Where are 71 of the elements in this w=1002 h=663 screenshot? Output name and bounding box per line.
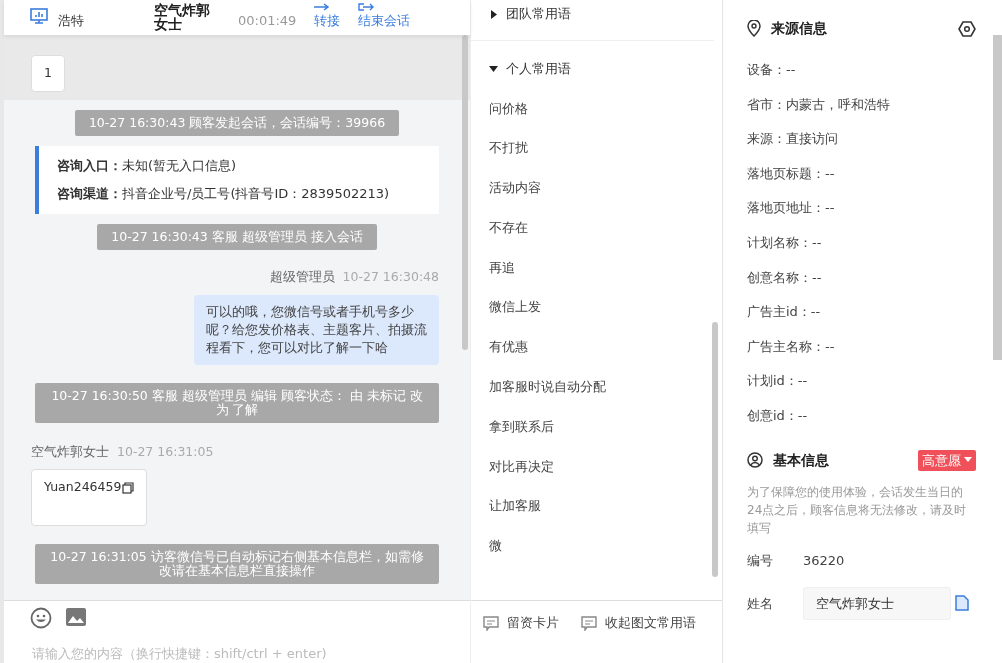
message-icon xyxy=(581,615,597,631)
phrase-item[interactable]: 不打扰 xyxy=(471,128,722,169)
phrase-item[interactable]: 微信上发 xyxy=(471,287,722,328)
message-time: 10-27 16:31:05 xyxy=(117,443,214,459)
phrase-item[interactable]: 再追 xyxy=(471,247,722,288)
system-notice: 10-27 16:30:43 客服 超级管理员 接入会话 xyxy=(97,223,377,250)
section-title: 基本信息 xyxy=(773,450,829,470)
info-field: 创意id：-- xyxy=(747,398,976,434)
section-title: 来源信息 xyxy=(771,19,827,38)
phrase-group-toggle[interactable]: 个人常用语 xyxy=(471,55,722,83)
info-field: 设备：-- xyxy=(747,53,976,88)
user-circle-icon xyxy=(747,452,763,469)
caret-right-icon xyxy=(489,9,498,19)
info-field: 计划名称：-- xyxy=(747,225,976,261)
scrollbar[interactable] xyxy=(712,322,718,577)
message-time: 10-27 16:30:48 xyxy=(342,268,439,284)
phrase-item[interactable]: 加客服时说自动分配 xyxy=(471,367,722,407)
info-field: 落地页标题：-- xyxy=(747,156,976,192)
system-notice: 10-27 16:30:43 顾客发起会话，会话编号：39966 xyxy=(74,109,400,136)
monitor-icon xyxy=(30,7,48,24)
settings-icon[interactable] xyxy=(958,20,976,37)
phrase-item[interactable]: 对比再决定 xyxy=(471,446,722,487)
intent-dropdown[interactable]: 高意愿 xyxy=(918,449,976,472)
action-link[interactable]: 结束会话 xyxy=(358,3,411,31)
smiley-icon[interactable] xyxy=(30,607,52,629)
system-notice: 10-27 16:31:05 访客微信号已自动标记右侧基本信息栏，如需修改请在基本信息栏直接操作 xyxy=(35,544,439,584)
sender-name: 空气炸郭女士 xyxy=(31,443,109,459)
message-bubble: 可以的哦，您微信号或者手机号多少呢？给您发价格表、主题客片、拍摄流程看下，您可以对比了解一下哈 xyxy=(194,294,439,365)
notice-text: 为了保障您的使用体验，会话发生当日的24点之后，顾客信息将无法修改，请及时填写 xyxy=(747,484,968,538)
scrollbar[interactable] xyxy=(993,35,1002,360)
info-field: 来源：直接访问 xyxy=(747,122,976,157)
message-bubble: 1 xyxy=(31,55,65,92)
location-pin-icon xyxy=(747,20,761,37)
field-label: 编号 xyxy=(747,552,774,571)
info-field: 计划id：-- xyxy=(747,364,976,399)
scrollbar[interactable] xyxy=(462,35,468,350)
duration-value: 00:01:49 xyxy=(238,12,297,30)
caret-down-icon xyxy=(489,64,498,74)
caret-down-icon xyxy=(964,457,972,464)
phrase-item[interactable]: 问价格 xyxy=(471,88,722,129)
phrase-group-toggle[interactable]: 团队常用语 xyxy=(471,0,722,28)
action-link[interactable]: 转接 xyxy=(314,3,341,31)
location-text: 浩特 xyxy=(58,12,85,30)
phrase-item[interactable]: 活动内容 xyxy=(471,168,722,208)
customer-name: 空气炸郭女士 xyxy=(154,3,211,31)
entry-info: 咨询入口：未知(暂无入口信息) xyxy=(57,156,238,175)
field-label: 姓名 xyxy=(747,594,774,613)
tool-link[interactable]: 留资卡片 xyxy=(483,613,559,633)
phrase-item[interactable]: 拿到联系后 xyxy=(471,406,722,447)
image-icon[interactable] xyxy=(65,607,87,627)
info-field: 创意名称：-- xyxy=(747,260,976,296)
phrase-item[interactable]: 不存在 xyxy=(471,207,722,248)
field-value: 36220 xyxy=(803,552,845,571)
phrase-item[interactable]: 有优惠 xyxy=(471,327,722,368)
name-field[interactable]: 空气炸郭女士 xyxy=(803,586,951,621)
message-icon xyxy=(483,615,499,631)
info-field: 广告主名称：-- xyxy=(747,329,976,365)
info-field: 落地页地址：-- xyxy=(747,191,976,226)
phrase-item[interactable]: 微 xyxy=(471,526,722,567)
copy-icon[interactable] xyxy=(122,481,135,494)
phrase-item[interactable]: 让加客服 xyxy=(471,486,722,527)
exit-icon xyxy=(358,3,375,11)
system-notice: 10-27 16:30:50 客服 超级管理员 编辑 顾客状态： 由 未标记 改为 了解 xyxy=(35,382,439,423)
entry-info: 咨询渠道：抖音企业号/员工号(抖音号ID：2839502213) xyxy=(57,184,391,203)
document-icon[interactable] xyxy=(955,595,969,612)
info-field: 广告主id：-- xyxy=(747,295,976,330)
sender-name: 超级管理员 xyxy=(269,268,335,284)
tool-link[interactable]: 收起图文常用语 xyxy=(581,613,696,633)
message-bubble: Yuan246459 xyxy=(31,469,148,526)
info-field: 省市：内蒙古，呼和浩特 xyxy=(747,87,976,123)
arrow-right-icon xyxy=(314,3,331,11)
